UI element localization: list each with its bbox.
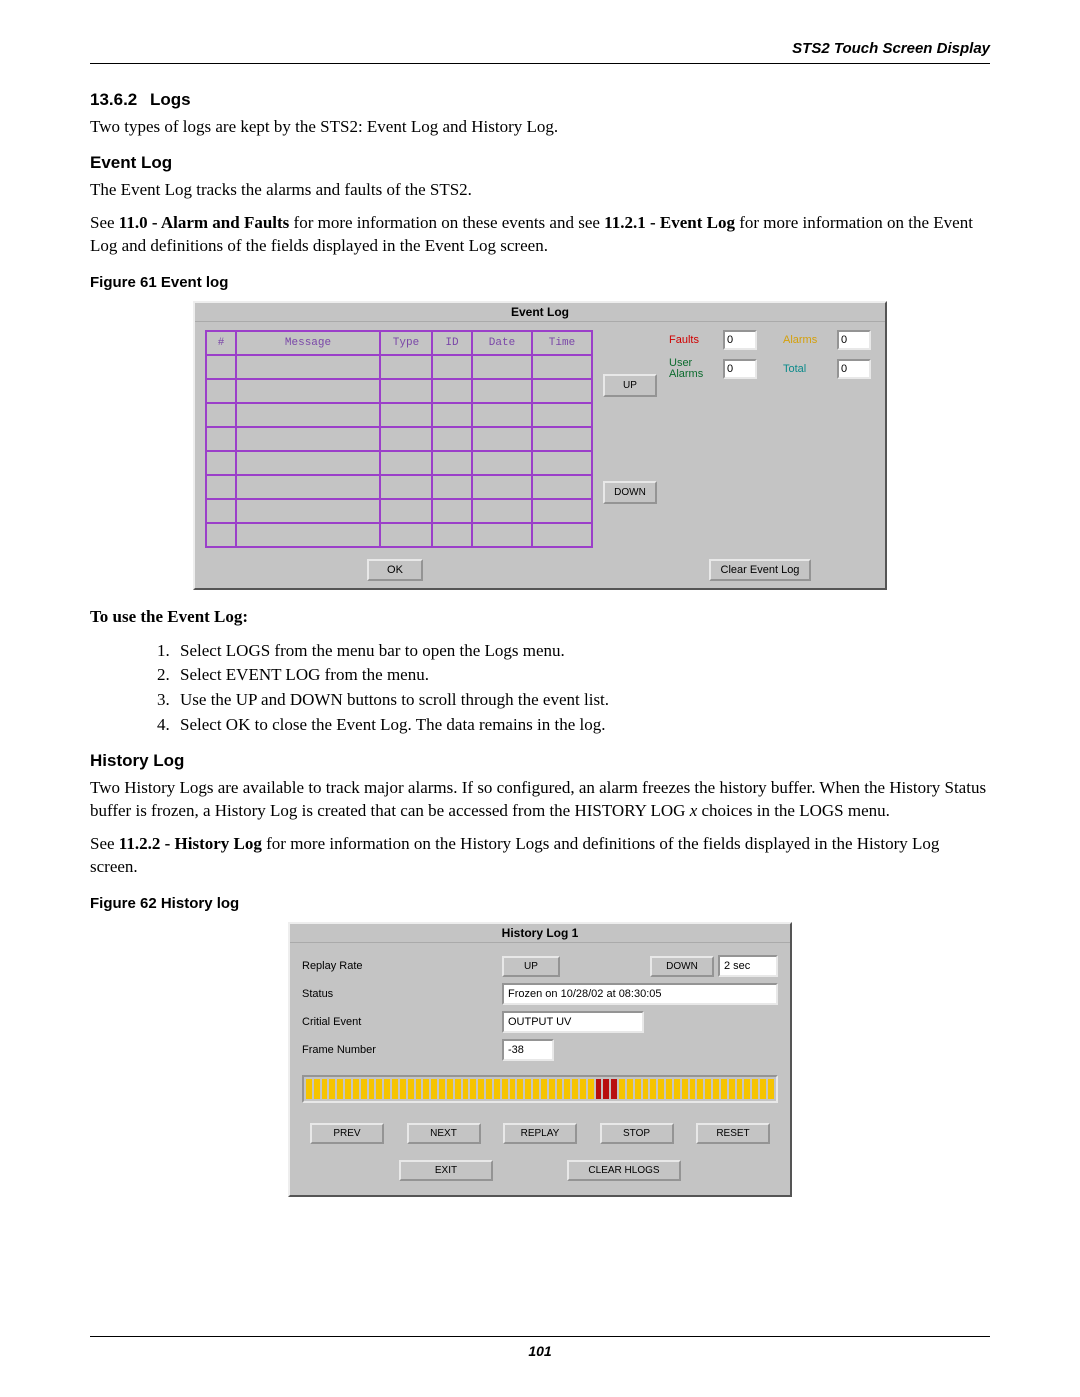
table-row xyxy=(206,355,592,379)
exit-button[interactable]: EXIT xyxy=(399,1160,493,1181)
ref-event-log: 11.2.1 - Event Log xyxy=(604,213,735,232)
table-row xyxy=(206,379,592,403)
reset-button[interactable]: RESET xyxy=(696,1123,770,1144)
col-time: Time xyxy=(532,331,592,355)
table-row xyxy=(206,523,592,547)
up-button[interactable]: UP xyxy=(603,374,657,397)
col-num: # xyxy=(206,331,236,355)
ref-history-log: 11.2.2 - History Log xyxy=(119,834,262,853)
eventlog-p1: The Event Log tracks the alarms and faul… xyxy=(90,179,990,202)
replay-rate-label: Replay Rate xyxy=(302,960,502,972)
t: choices in the LOGS menu. xyxy=(697,801,890,820)
faults-value: 0 xyxy=(723,330,757,350)
howto-title: To use the Event Log: xyxy=(90,606,990,629)
event-log-title: Event Log xyxy=(195,303,885,322)
history-progress xyxy=(302,1075,778,1103)
section-number: 13.6.2 xyxy=(90,90,150,110)
history-log-window: History Log 1 Replay Rate UP DOWN 2 sec … xyxy=(288,922,792,1197)
rate-up-button[interactable]: UP xyxy=(502,956,560,977)
next-button[interactable]: NEXT xyxy=(407,1123,481,1144)
running-header: STS2 Touch Screen Display xyxy=(90,40,990,64)
event-log-window: Event Log # Message Type ID Date Time xyxy=(193,301,887,590)
figure62-caption: Figure 62 History log xyxy=(90,895,990,912)
table-row xyxy=(206,427,592,451)
col-id: ID xyxy=(432,331,472,355)
eventlog-p2: See 11.0 - Alarm and Faults for more inf… xyxy=(90,212,990,258)
ok-button[interactable]: OK xyxy=(367,559,423,581)
ref-alarm-faults: 11.0 - Alarm and Faults xyxy=(119,213,290,232)
clear-event-log-button[interactable]: Clear Event Log xyxy=(709,559,812,581)
t: See xyxy=(90,213,119,232)
faults-label: Faults xyxy=(669,334,721,346)
section-title: Logs xyxy=(150,90,191,110)
history-log-title: History Log 1 xyxy=(290,924,790,943)
alarms-value: 0 xyxy=(837,330,871,350)
down-button[interactable]: DOWN xyxy=(603,481,657,504)
intro-text: Two types of logs are kept by the STS2: … xyxy=(90,116,990,139)
user-alarms-value: 0 xyxy=(723,359,757,379)
list-item: Select LOGS from the menu bar to open th… xyxy=(174,639,990,664)
col-message: Message xyxy=(236,331,380,355)
historylog-p2: See 11.2.2 - History Log for more inform… xyxy=(90,833,990,879)
prev-button[interactable]: PREV xyxy=(310,1123,384,1144)
rate-value: 2 sec xyxy=(718,955,778,977)
stop-button[interactable]: STOP xyxy=(600,1123,674,1144)
alarms-label: Alarms xyxy=(783,334,835,346)
frame-number-label: Frame Number xyxy=(302,1044,502,1056)
col-type: Type xyxy=(380,331,432,355)
list-item: Use the UP and DOWN buttons to scroll th… xyxy=(174,688,990,713)
t: for more information on these events and… xyxy=(289,213,604,232)
list-item: Select EVENT LOG from the menu. xyxy=(174,663,990,688)
table-row xyxy=(206,499,592,523)
total-value: 0 xyxy=(837,359,871,379)
page-number: 101 xyxy=(528,1343,551,1359)
page-footer: 101 xyxy=(90,1336,990,1359)
t: See xyxy=(90,834,119,853)
historylog-p1: Two History Logs are available to track … xyxy=(90,777,990,823)
clear-hlogs-button[interactable]: CLEAR HLOGS xyxy=(567,1160,681,1181)
event-log-table: # Message Type ID Date Time xyxy=(205,330,593,548)
col-date: Date xyxy=(472,331,532,355)
total-label: Total xyxy=(783,363,835,375)
list-item: Select OK to close the Event Log. The da… xyxy=(174,713,990,738)
table-row xyxy=(206,475,592,499)
user-alarms-label: User Alarms xyxy=(669,358,721,380)
table-row xyxy=(206,403,592,427)
rate-down-button[interactable]: DOWN xyxy=(650,956,714,977)
eventlog-steps: Select LOGS from the menu bar to open th… xyxy=(150,639,990,738)
eventlog-heading: Event Log xyxy=(90,153,990,173)
historylog-heading: History Log xyxy=(90,751,990,771)
status-label: Status xyxy=(302,988,502,1000)
frame-number-value: -38 xyxy=(502,1039,554,1061)
table-row xyxy=(206,451,592,475)
replay-button[interactable]: REPLAY xyxy=(503,1123,577,1144)
status-value: Frozen on 10/28/02 at 08:30:05 xyxy=(502,983,778,1005)
critical-event-value: OUTPUT UV xyxy=(502,1011,644,1033)
critical-event-label: Critial Event xyxy=(302,1016,502,1028)
figure61-caption: Figure 61 Event log xyxy=(90,274,990,291)
